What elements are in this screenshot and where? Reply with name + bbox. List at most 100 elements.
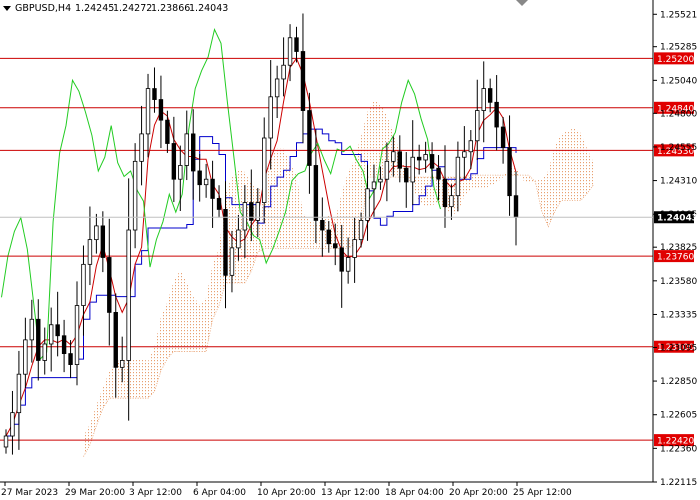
candle-body-bear [191,133,196,172]
price-tick-label: 1.24800 [660,109,697,119]
candle-body-bull [178,165,183,180]
candle-body-bear [339,247,344,272]
candle-body-bear [223,209,228,276]
candle-body-bear [216,198,222,210]
candle-body-bear [513,195,519,218]
candle-body-bear [326,229,331,245]
candle-body-bull [287,37,293,66]
chart-container[interactable]: 1.25200 1.24840 1.24530 1.23760 1.23100 1.224… [0,0,700,500]
candle-body-bull [29,318,35,341]
candle-body-bear [55,324,60,337]
candle-body-bear [320,220,325,231]
candle-body-bull [203,178,209,186]
candle-body-bull [371,181,377,190]
price-tick-label: 1.22360 [660,444,697,454]
time-tick-label: 25 Apr 12:00 [513,488,572,498]
price-tick-label: 1.23095 [660,343,697,353]
candle-body-bear [165,119,170,144]
ohlc-open: 1.24245 [75,3,114,14]
candle-body-bull [462,151,467,158]
candle-body-bull [132,160,138,231]
candle-body-bull [184,133,189,166]
candle-body-bear [494,101,499,128]
level-label: 1.23760 [657,253,694,263]
time-tick-label: 10 Apr 20:00 [257,488,316,498]
candle-body-bull [410,156,415,183]
price-tick-label: 1.22850 [660,377,697,387]
candle-body-bull [126,229,131,361]
candle-body-bear [404,167,409,183]
price-tick-label: 1.23580 [660,277,697,287]
candle-body-bull [139,133,144,162]
candle-body-bear [429,154,435,169]
candle-body-bear [300,51,306,111]
candle-body-bull [74,305,80,365]
price-tick-label: 1.23825 [660,243,697,253]
candle-body-bull [391,151,396,162]
candle-body-bear [500,126,506,149]
candle-body-bull [120,360,125,368]
level-label: 1.25200 [657,55,694,65]
candle-body-bull [87,239,93,265]
candle-body-bull [229,247,235,276]
candle-body-bull [281,64,286,80]
candle-body-bull [10,412,15,437]
candle-body-bull [262,137,267,203]
candle-body-bull [423,154,428,161]
candle-body-bull [3,435,9,448]
candle-body-bull [455,156,461,197]
candle-body-bear [197,170,202,186]
price-tick-label: 1.24310 [660,177,697,187]
candle-body-bear [107,257,112,313]
candle-body-bear [294,37,299,52]
candle-body-bear [313,165,319,221]
candle-body-bull [23,339,28,375]
candle-body-bear [100,225,106,258]
candle-body-bear [442,178,448,208]
candle-body-bull [449,195,454,208]
candle-body-bull [242,202,248,231]
candle-body-bear [171,143,177,180]
candle-body-bull [81,263,86,306]
current-price-label: 1.24043 [657,214,698,224]
price-tick-label: 1.25521 [660,10,697,20]
candle-body-bull [352,239,357,258]
candle-body-bear [113,312,118,368]
time-tick-label: 27 Mar 2023 [1,488,58,498]
time-tick-label: 20 Apr 20:00 [449,488,508,498]
candle-body-bear [210,178,215,199]
candle-body-bull [365,188,370,221]
price-tick-label: 1.24555 [660,143,697,153]
candle-body-bull [468,140,474,153]
ohlc-low: 1.23866 [151,3,190,14]
candle-body-bull [481,88,486,111]
candle-body-bear [416,156,422,161]
price-chart[interactable]: 1.252001.248401.245301.237601.231001.224… [0,0,700,500]
candle-body-bear [487,88,493,103]
time-tick-label: 6 Apr 04:00 [193,488,246,498]
ohlc-close: 1.24043 [189,3,228,14]
candle-body-bear [436,167,441,180]
candle-body-bull [236,229,241,249]
time-tick-label: 18 Apr 04:00 [385,488,444,498]
candle-body-bull [16,373,22,414]
candle-body-bear [61,335,67,355]
price-tick-label: 1.23335 [660,310,697,320]
price-tick-label: 1.22115 [660,478,697,488]
candle-body-bear [68,353,73,365]
candle-body-bull [358,220,364,241]
candle-body-bull [475,110,480,142]
ohlc-high: 1.24272 [113,3,152,14]
time-tick-label: 13 Apr 12:00 [321,488,380,498]
candle-body-bull [48,324,54,345]
candle-body-bull [268,96,273,139]
candle-body-bull [94,225,99,241]
candle-body-bear [507,147,512,197]
candle-body-bear [307,110,312,166]
candle-body-bull [145,88,151,135]
candle-body-bull [345,257,351,272]
time-tick-label: 3 Apr 12:00 [129,488,182,498]
symbol-label: GBPUSD,H4 [15,3,71,14]
candle-body-bull [42,343,47,361]
candle-body-bear [333,243,338,249]
